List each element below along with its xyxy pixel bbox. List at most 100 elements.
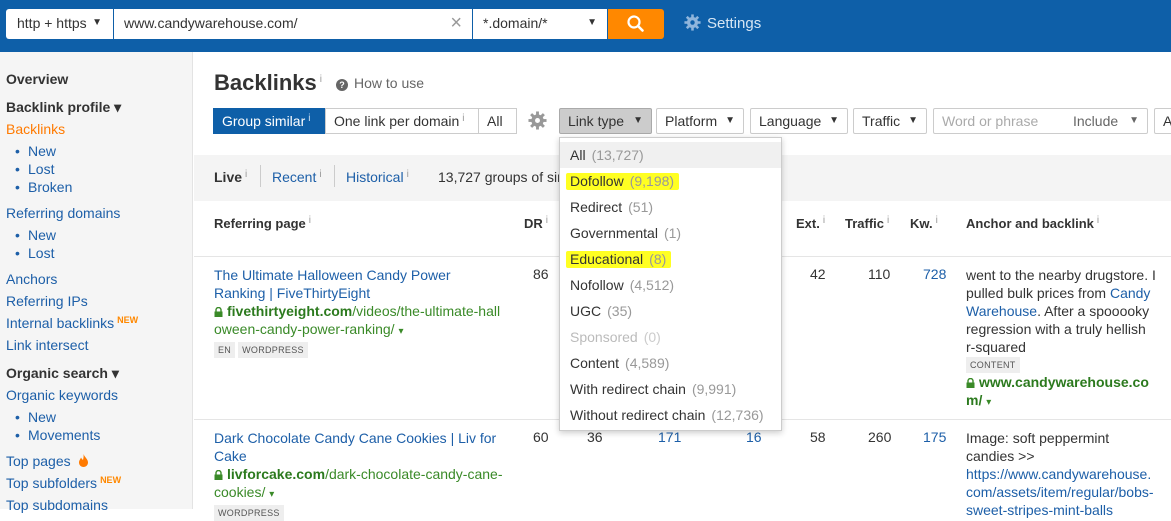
col-anchor[interactable]: Anchor and backlink i: [966, 215, 1099, 231]
col-label: Anchor and backlink: [966, 216, 1094, 231]
sidebar-item-link-intersect[interactable]: Link intersect: [6, 337, 88, 353]
sidebar-item-ok-new[interactable]: New: [15, 409, 56, 425]
sidebar-item-anchors[interactable]: Anchors: [6, 271, 57, 287]
chevron-down-icon[interactable]: ▾: [986, 397, 991, 408]
how-to-use-link[interactable]: ? How to use: [336, 75, 424, 91]
chevron-down-icon: ▼: [587, 17, 597, 28]
tab-recent[interactable]: Recent i: [272, 169, 322, 185]
col-ext[interactable]: Ext. i: [796, 215, 825, 231]
tab-live[interactable]: Live i: [214, 169, 247, 185]
anchor-link[interactable]: sweet-stripes-mint-balls: [966, 501, 1154, 519]
dropdown-item-ugc[interactable]: UGC (35): [560, 298, 781, 324]
sidebar-section-backlink-profile[interactable]: Backlink profile ▾: [6, 99, 121, 116]
dropdown-item-without-redirect-chain[interactable]: Without redirect chain (12,736): [560, 402, 781, 428]
kw-value[interactable]: 728: [923, 266, 946, 282]
clear-icon[interactable]: ×: [450, 12, 462, 35]
page-url-link[interactable]: cookies/ ▾: [214, 483, 502, 504]
platform-filter[interactable]: Platform ▼: [656, 108, 744, 134]
one-per-domain-label: One link per domain: [334, 113, 460, 129]
tag: EN: [214, 342, 236, 358]
sidebar-item-organic-keywords[interactable]: Organic keywords: [6, 387, 118, 403]
item-count: (35): [607, 303, 633, 319]
col-kw[interactable]: Kw. i: [910, 215, 938, 231]
dropdown-item-all[interactable]: All (13,727): [560, 142, 781, 168]
sidebar-item-backlinks-lost[interactable]: Lost: [15, 161, 55, 177]
chevron-down-icon[interactable]: ▾: [398, 326, 403, 337]
dropdown-item-nofollow[interactable]: Nofollow (4,512): [560, 272, 781, 298]
dropdown-item-governmental[interactable]: Governmental (1): [560, 220, 781, 246]
url-input[interactable]: www.candywarehouse.com/ ×: [114, 9, 472, 39]
include-select[interactable]: Include: [1073, 113, 1118, 129]
sidebar-item-label: Top subfolders: [6, 475, 98, 491]
sidebar-item-internal-backlinks[interactable]: Internal backlinks NEW: [6, 315, 138, 331]
sidebar-item-top-pages[interactable]: Top pages: [6, 453, 89, 469]
item-label: All: [570, 147, 586, 163]
traffic-label: Traffic: [862, 113, 901, 129]
mode-select[interactable]: *.domain/* ▼: [473, 9, 607, 39]
search-button[interactable]: [608, 9, 664, 39]
page-title-link[interactable]: Dark Chocolate Candy Cane Cookies | Liv …: [214, 429, 502, 447]
page-title-link[interactable]: Ranking | FiveThirtyEight: [214, 284, 500, 302]
referring-page-cell: Dark Chocolate Candy Cane Cookies | Liv …: [214, 429, 502, 521]
col-label: Referring page: [214, 216, 306, 231]
dropdown-item-redirect[interactable]: Redirect (51): [560, 194, 781, 220]
sidebar-item-overview[interactable]: Overview: [6, 71, 68, 87]
page-url-link[interactable]: livforcake.com/dark-chocolate-candy-cane…: [214, 465, 502, 483]
kw-value[interactable]: 175: [923, 429, 946, 445]
page-url-link[interactable]: fivethirtyeight.com/videos/the-ultimate-…: [214, 302, 500, 320]
info-icon: i: [1096, 215, 1100, 226]
info-icon[interactable]: i: [320, 74, 322, 85]
sidebar-item-backlinks-broken[interactable]: Broken: [15, 179, 72, 195]
all-toggle[interactable]: All: [478, 108, 517, 134]
sidebar-item-ok-movements[interactable]: Movements: [15, 427, 100, 443]
sidebar-item-rd-lost[interactable]: Lost: [15, 245, 55, 261]
item-count: (0): [643, 329, 661, 345]
extra-filter[interactable]: A: [1154, 108, 1171, 134]
page-title-link[interactable]: The Ultimate Halloween Candy Power: [214, 266, 500, 284]
language-label: Language: [759, 113, 822, 129]
link-type-filter[interactable]: Link type ▼: [559, 108, 652, 134]
anchor-link[interactable]: https://www.candywarehouse.: [966, 465, 1154, 483]
sidebar-section-organic-search[interactable]: Organic search ▾: [6, 365, 119, 382]
settings-button[interactable]: Settings: [684, 14, 761, 32]
dropdown-item-with-redirect-chain[interactable]: With redirect chain (9,991): [560, 376, 781, 402]
anchor-link[interactable]: Warehouse: [966, 303, 1037, 319]
page-title-link[interactable]: Cake: [214, 447, 502, 465]
language-filter[interactable]: Language ▼: [750, 108, 848, 134]
sidebar-item-top-subdomains[interactable]: Top subdomains: [6, 497, 108, 513]
item-label: UGC: [570, 303, 602, 319]
group-similar-toggle[interactable]: Group similar i: [213, 108, 325, 134]
col-label: Ext.: [796, 216, 820, 231]
item-count: (8): [649, 251, 667, 267]
tab-historical[interactable]: Historical i: [346, 169, 409, 185]
col-value[interactable]: 171: [658, 429, 681, 445]
word-phrase-input[interactable]: Word or phrase Include ▼: [933, 108, 1148, 134]
dropdown-item-educational[interactable]: Educational (8): [560, 246, 781, 272]
dropdown-item-content[interactable]: Content (4,589): [560, 350, 781, 376]
one-link-per-domain-toggle[interactable]: One link per domain i: [325, 108, 479, 134]
page-url-link[interactable]: oween-candy-power-ranking/ ▾: [214, 320, 500, 341]
anchor-link[interactable]: Candy: [1110, 285, 1150, 301]
gear-icon[interactable]: [528, 111, 547, 130]
tag: CONTENT: [966, 357, 1020, 373]
dropdown-item-dofollow[interactable]: Dofollow (9,198): [560, 168, 781, 194]
sidebar-item-referring-ips[interactable]: Referring IPs: [6, 293, 88, 309]
backlink-url[interactable]: www.candywarehouse.co: [966, 373, 1156, 391]
backlink-url[interactable]: m/ ▾: [966, 391, 1156, 412]
sidebar-item-top-subfolders[interactable]: Top subfolders NEW: [6, 475, 121, 491]
sidebar-item-rd-new[interactable]: New: [15, 227, 56, 243]
traffic-filter[interactable]: Traffic ▼: [853, 108, 927, 134]
col-referring-page[interactable]: Referring page i: [214, 215, 311, 231]
protocol-select[interactable]: http + https ▼: [6, 9, 113, 39]
col-value[interactable]: 16: [746, 429, 762, 445]
chevron-down-icon: ▼: [725, 115, 735, 126]
col-traffic[interactable]: Traffic i: [845, 215, 889, 231]
sidebar-item-referring-domains[interactable]: Referring domains: [6, 205, 120, 221]
sidebar-item-backlinks[interactable]: Backlinks: [6, 121, 65, 137]
col-dr[interactable]: DR i: [524, 215, 548, 231]
sidebar-item-backlinks-new[interactable]: New: [15, 143, 56, 159]
item-label: Redirect: [570, 199, 623, 215]
anchor-link[interactable]: com/assets/item/regular/bobs-: [966, 483, 1154, 501]
chevron-down-icon[interactable]: ▾: [269, 489, 274, 500]
page-title-text: Backlinks: [214, 70, 317, 95]
